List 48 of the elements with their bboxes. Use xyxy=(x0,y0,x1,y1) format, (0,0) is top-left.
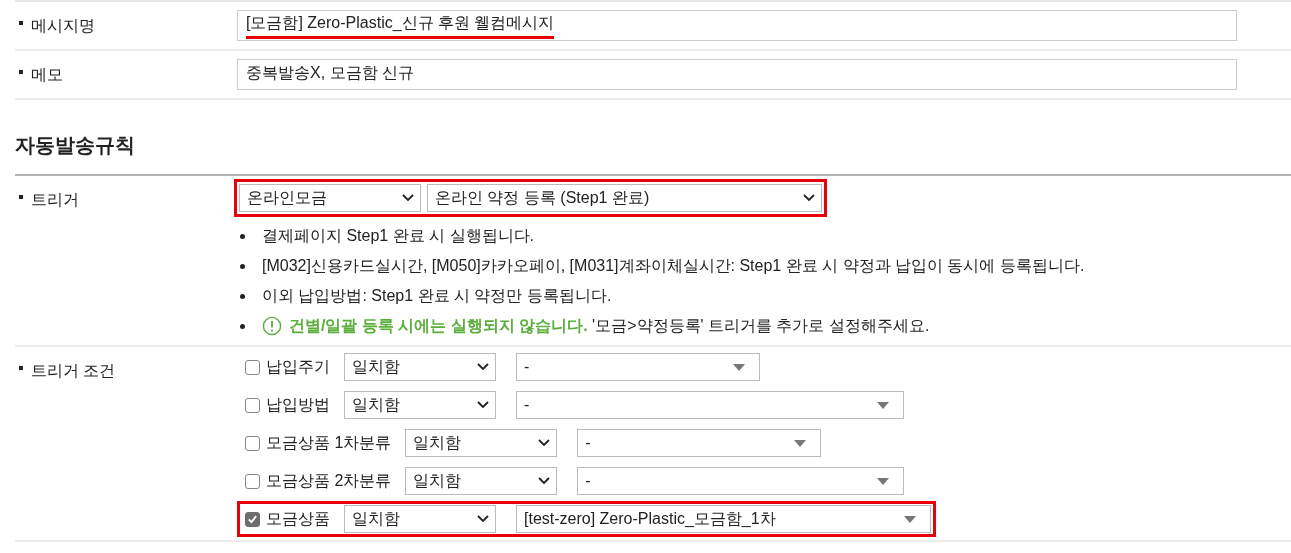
condition-label: 모금상품 1차분류 xyxy=(266,432,392,453)
chevron-icon xyxy=(538,439,551,447)
field-label: 트리거 xyxy=(31,190,79,210)
triangle-down-icon xyxy=(794,439,807,447)
checkbox[interactable] xyxy=(245,359,260,375)
field-label: 트리거 조건 xyxy=(31,361,116,381)
condition-label: 모금상품 xyxy=(266,508,330,529)
section-title: 자동발송규칙 xyxy=(15,133,136,158)
condition-label: 납입주기 xyxy=(266,356,330,377)
note-text: [M032]신용카드실시간, [M050]카카오페이, [M031]계좌이체실시간: Step1 완료 시 약정과 납입이 동시에 등록됩니다. xyxy=(262,255,1085,276)
operator-select[interactable]: 일치함 xyxy=(405,467,558,495)
field-label: 메모 xyxy=(31,65,63,85)
triangle-down-icon xyxy=(904,515,916,523)
event-select[interactable]: 온라인 약정 등록 (Step1 완료) xyxy=(427,184,822,212)
checkbox[interactable] xyxy=(245,435,260,451)
warning-text: 건별/일괄 등록 시에는 실행되지 않습니다. '모금>약정등록' 트리거를 추가로 설정해주세요. xyxy=(289,315,930,336)
value-select[interactable]: [test-zero] Zero-Plastic_모금함_1차 xyxy=(516,505,931,533)
chevron-icon xyxy=(538,477,551,485)
chevron-icon xyxy=(477,363,489,371)
value-select[interactable]: - xyxy=(516,353,760,381)
triangle-down-icon xyxy=(877,477,890,485)
note-text: 이외 납입방법: Step1 완료 시 약정만 등록됩니다. xyxy=(262,285,612,306)
checkbox[interactable] xyxy=(245,473,260,489)
field-value: 중복발송X, 모금함 신규 xyxy=(246,63,414,83)
triangle-down-icon xyxy=(733,363,745,371)
field-value: [모금함] Zero-Plastic_신규 후원 웰컴메시지 xyxy=(246,12,555,39)
chevron-icon xyxy=(477,515,489,523)
operator-select[interactable]: 일치함 xyxy=(344,353,496,381)
checkbox[interactable] xyxy=(245,511,260,527)
operator-select[interactable]: 일치함 xyxy=(344,505,496,533)
chevron-icon xyxy=(803,194,815,202)
operator-select[interactable]: 일치함 xyxy=(405,429,558,457)
category-select[interactable]: 온라인모금 xyxy=(239,184,421,212)
chevron-icon xyxy=(402,194,414,202)
field-label: 메시지명 xyxy=(31,16,95,36)
note-text: 결제페이지 Step1 완료 시 실행됩니다. xyxy=(262,225,535,246)
value-select[interactable]: - xyxy=(577,429,822,457)
text-field[interactable]: 중복발송X, 모금함 신규 xyxy=(237,59,1237,90)
condition-label: 납입방법 xyxy=(266,394,330,415)
operator-select[interactable]: 일치함 xyxy=(344,391,496,419)
checkbox[interactable] xyxy=(245,397,260,413)
value-select[interactable]: - xyxy=(516,391,904,419)
condition-label: 모금상품 2차분류 xyxy=(266,470,392,491)
text-field[interactable]: [모금함] Zero-Plastic_신규 후원 웰컴메시지 xyxy=(237,10,1237,41)
chevron-icon xyxy=(477,401,489,409)
warning-icon xyxy=(262,316,282,336)
triangle-down-icon xyxy=(877,401,889,409)
value-select[interactable]: - xyxy=(577,467,905,495)
